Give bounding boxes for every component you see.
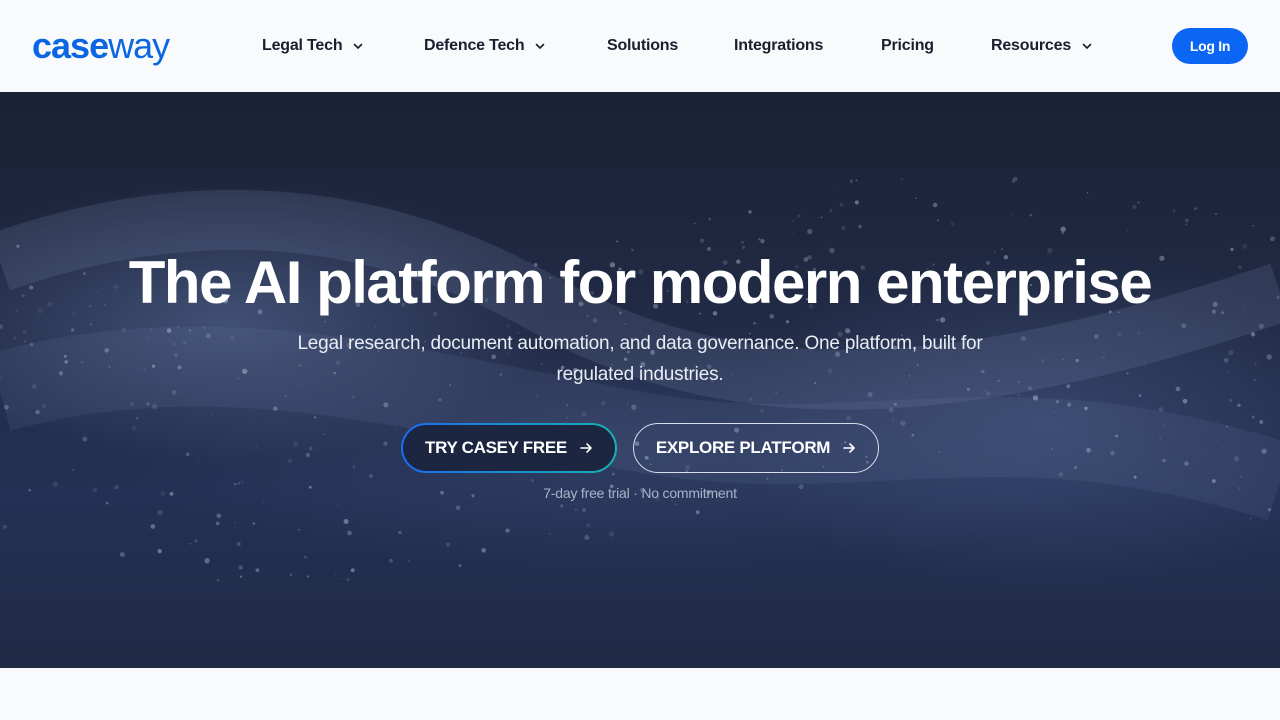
nav-label: Integrations [734,37,824,54]
nav-integrations[interactable]: Integrations [734,34,823,58]
hero-section: The AI platform for modern enterprise Le… [0,92,1280,668]
nav-pricing[interactable]: Pricing [881,34,934,58]
nav-label: Defence Tech [424,37,525,54]
below-fold-section [0,668,1280,720]
chevron-down-icon [354,43,363,49]
nav-label: Solutions [607,37,679,54]
try-casey-free-label: TRY CASEY FREE [425,438,567,457]
caseway-logo[interactable]: caseway [32,25,170,66]
nav-legal-tech[interactable]: Legal Tech [262,34,364,58]
explore-platform-button[interactable]: EXPLORE PLATFORM [633,423,879,473]
nav-solutions[interactable]: Solutions [607,34,678,58]
try-casey-free-inner: TRY CASEY FREE [403,425,615,471]
try-casey-free-button[interactable]: TRY CASEY FREE [401,423,617,473]
chevron-down-icon [1082,43,1092,49]
nav-label: Legal Tech [262,37,343,54]
chevron-down-icon [536,43,545,49]
hero-title: The AI platform for modern enterprise [128,249,1153,316]
nav-label: Pricing [881,37,934,54]
nav-label: Resources [991,37,1072,54]
hero-subtitle: Legal research, document automation, and… [297,333,983,385]
nav-defence-tech[interactable]: Defence Tech [424,34,546,58]
trial-note: 7-day free trial · No commitment [543,485,737,501]
arrow-right-icon [579,441,593,455]
login-button[interactable]: Log In [1172,28,1248,64]
site-header: caseway Legal Tech Defence Tech Solution… [0,0,1280,92]
explore-platform-label: EXPLORE PLATFORM [655,438,831,457]
arrow-right-icon [842,441,856,455]
logo-way: way [108,25,170,66]
nav-resources[interactable]: Resources [991,34,1093,58]
logo-case: case [32,25,109,66]
